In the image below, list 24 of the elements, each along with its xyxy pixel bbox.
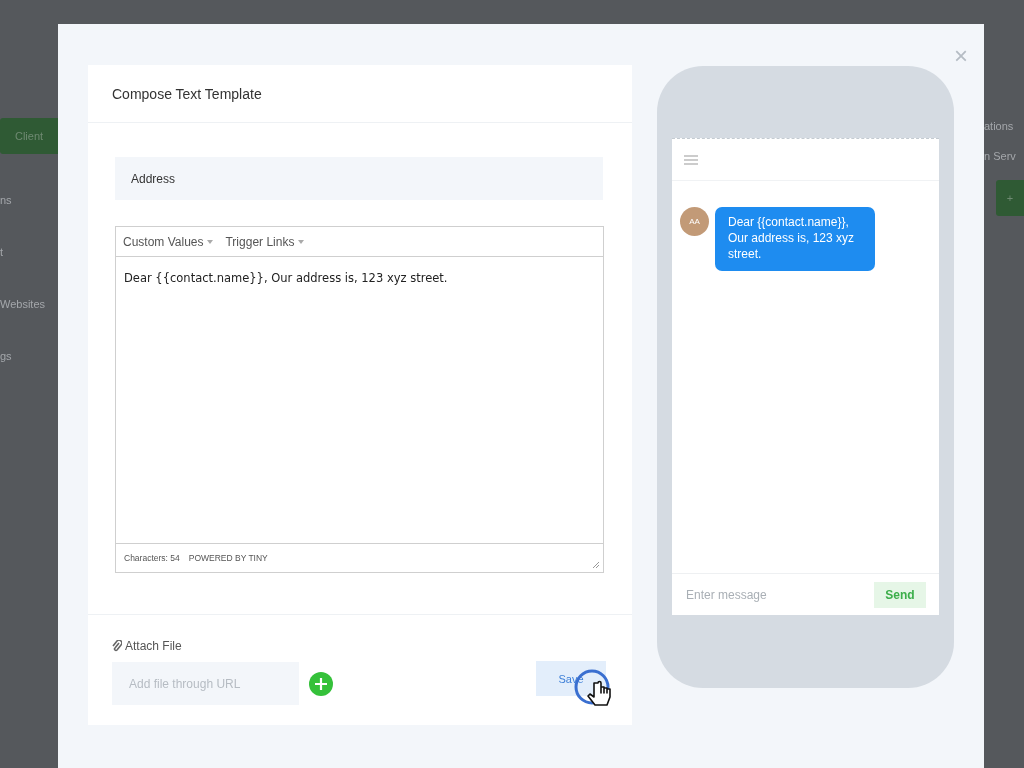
editor-branding: POWERED BY TINY (188, 553, 268, 563)
resize-grip-icon[interactable] (592, 561, 600, 569)
editor-menu[interactable]: Trigger Links (225, 234, 305, 249)
editor-menu[interactable]: Custom Values (123, 234, 214, 249)
character-count: Characters: 54 (124, 553, 180, 563)
attach-file-label[interactable]: Attach File (112, 639, 333, 653)
background-menu-text: n Serv (984, 150, 1017, 162)
background-menu-text: ns (0, 194, 13, 206)
avatar: AA (680, 207, 709, 236)
template-name-field[interactable]: Address (115, 157, 603, 200)
add-icon[interactable] (309, 671, 333, 696)
background-menu-text: t (0, 246, 5, 258)
message-input[interactable]: Enter message (684, 586, 834, 603)
paperclip-icon (112, 640, 122, 652)
menu-icon[interactable] (684, 154, 698, 165)
background-menu-text: ations (984, 120, 1015, 132)
message-bubble: Dear {{contact.name}}, Our address is, 123 xyz street. (715, 207, 875, 271)
editor-text[interactable]: Dear {{contact.name}}, Our address is, 123 xyz street. (116, 257, 603, 543)
card-title: Compose Text Template (112, 85, 262, 102)
background-menu-text: Websites (0, 298, 47, 310)
caret-icon (207, 239, 214, 244)
caret-icon (298, 239, 305, 244)
file-url-field[interactable]: Add file through URL (112, 662, 299, 705)
background-menu-text: gs (0, 350, 13, 362)
